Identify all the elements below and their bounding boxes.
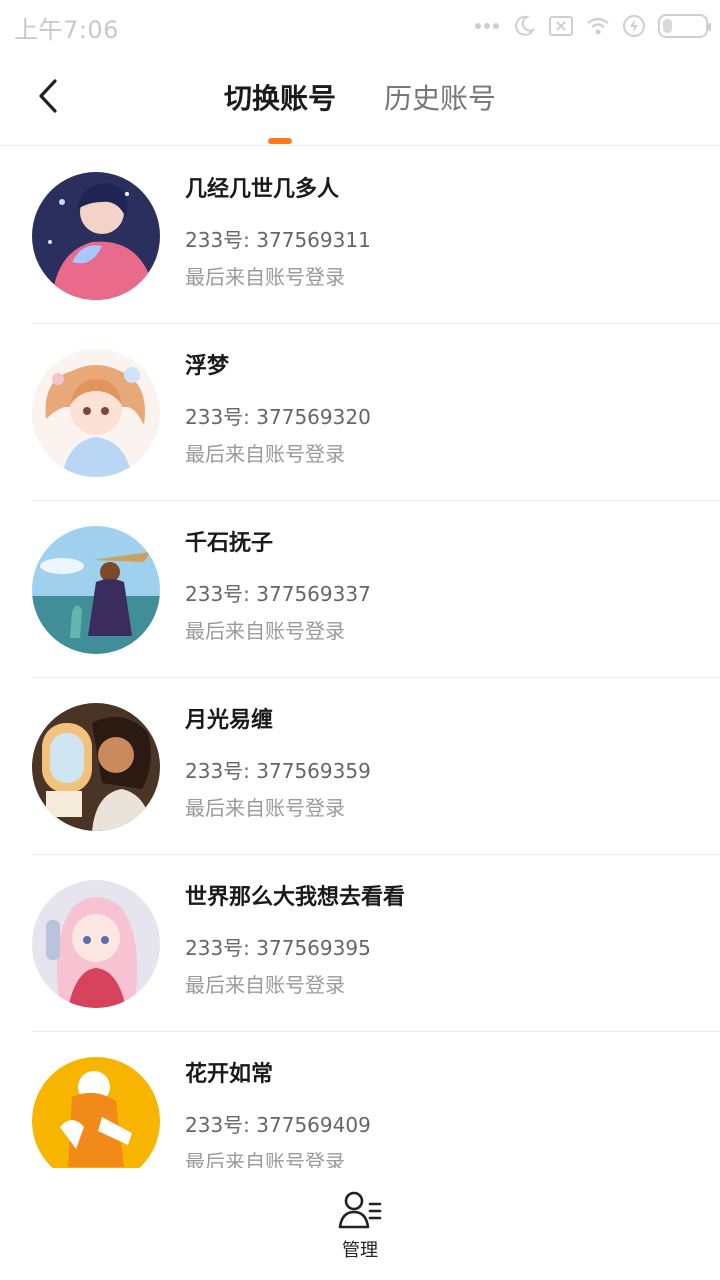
account-id: 233号: 377569409 xyxy=(185,1113,371,1137)
avatar xyxy=(32,880,160,1008)
status-icons: 21 xyxy=(474,12,711,40)
user-manage-icon xyxy=(338,1191,382,1229)
chevron-left-icon xyxy=(39,79,57,113)
account-item[interactable]: 花开如常 233号: 377569409 最后来自账号登录 xyxy=(0,1032,720,1168)
tab-switch-account[interactable]: 切换账号 xyxy=(224,80,336,118)
avatar xyxy=(32,703,160,831)
account-login-source: 最后来自账号登录 xyxy=(185,265,345,289)
moon-icon xyxy=(512,14,536,38)
account-list: 几经几世几多人 233号: 377569311 最后来自账号登录 浮梦 233号… xyxy=(0,147,720,1168)
account-login-source: 最后来自账号登录 xyxy=(185,442,345,466)
battery-fill xyxy=(663,19,672,33)
avatar xyxy=(32,172,160,300)
account-item[interactable]: 月光易缠 233号: 377569359 最后来自账号登录 xyxy=(0,678,720,855)
account-name: 几经几世几多人 xyxy=(185,177,340,202)
account-name: 千石抚子 xyxy=(185,531,274,556)
account-name: 月光易缠 xyxy=(185,708,274,733)
account-item[interactable]: 几经几世几多人 233号: 377569311 最后来自账号登录 xyxy=(0,147,720,324)
dots-icon xyxy=(474,22,500,30)
account-id: 233号: 377569359 xyxy=(185,759,371,783)
account-id: 233号: 377569395 xyxy=(185,936,371,960)
account-name: 花开如常 xyxy=(185,1062,274,1087)
battery-icon: 21 xyxy=(658,14,711,38)
account-name: 世界那么大我想去看看 xyxy=(185,885,406,910)
account-item[interactable]: 世界那么大我想去看看 233号: 377569395 最后来自账号登录 xyxy=(0,855,720,1032)
avatar xyxy=(32,1057,160,1168)
header: 切换账号 历史账号 xyxy=(0,52,720,146)
account-login-source: 最后来自账号登录 xyxy=(185,973,345,997)
manage-button[interactable]: 管理 xyxy=(320,1190,400,1266)
account-login-source: 最后来自账号登录 xyxy=(185,796,345,820)
battery-level: 21 xyxy=(672,17,694,35)
account-login-source: 最后来自账号登录 xyxy=(185,1150,345,1168)
wifi-icon xyxy=(586,16,610,36)
manage-label: 管理 xyxy=(342,1240,378,1261)
account-id: 233号: 377569337 xyxy=(185,582,371,606)
account-id: 233号: 377569320 xyxy=(185,405,371,429)
charging-icon xyxy=(622,14,646,38)
sim-off-icon xyxy=(548,15,574,37)
account-item[interactable]: 千石抚子 233号: 377569337 最后来自账号登录 xyxy=(0,501,720,678)
account-name: 浮梦 xyxy=(185,354,230,379)
tab-indicator xyxy=(268,138,292,144)
avatar xyxy=(32,349,160,477)
account-item[interactable]: 浮梦 233号: 377569320 最后来自账号登录 xyxy=(0,324,720,501)
status-bar: 上午7:06 21 xyxy=(0,0,720,52)
tab-history-account[interactable]: 历史账号 xyxy=(384,80,496,118)
account-login-source: 最后来自账号登录 xyxy=(185,619,345,643)
status-time: 上午7:06 xyxy=(14,16,119,44)
account-id: 233号: 377569311 xyxy=(185,228,371,252)
back-button[interactable] xyxy=(26,74,70,118)
avatar xyxy=(32,526,160,654)
bottom-bar: 管理 xyxy=(0,1168,720,1280)
